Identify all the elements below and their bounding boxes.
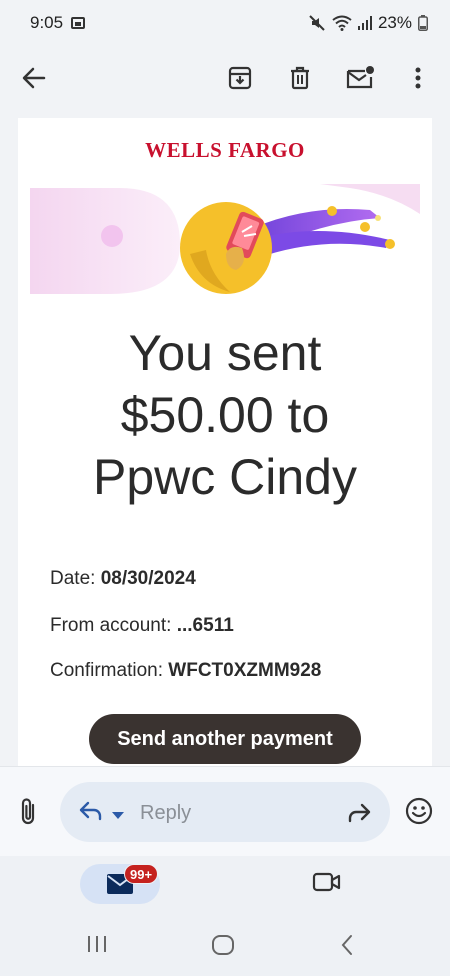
detail-label: Date: — [50, 568, 96, 589]
back-system-button[interactable] — [340, 934, 354, 961]
payment-headline: You sent $50.00 to Ppwc Cindy — [18, 322, 432, 508]
detail-from-account: From account: ...6511 — [50, 615, 234, 637]
headline-line: $50.00 to — [120, 387, 330, 443]
reply-bar: Reply — [0, 766, 450, 856]
system-navigation-bar — [0, 918, 450, 976]
mark-unread-icon — [346, 66, 374, 89]
message-toolbar — [0, 46, 450, 110]
mute-icon — [308, 14, 326, 32]
headline-line: Ppwc Cindy — [93, 449, 357, 505]
detail-label: Confirmation: — [50, 660, 163, 681]
archive-button[interactable] — [222, 60, 258, 96]
smiley-icon — [405, 797, 433, 825]
battery-percent: 23% — [377, 13, 412, 32]
back-chevron-icon — [341, 935, 352, 955]
delete-icon — [291, 66, 309, 90]
more-vert-icon — [415, 67, 421, 89]
home-icon — [212, 935, 234, 955]
archive-icon — [228, 66, 252, 90]
detail-label: From account: — [50, 615, 172, 636]
recent-apps-button[interactable] — [86, 934, 108, 959]
detail-date: Date: 08/30/2024 — [50, 568, 196, 590]
more-options-button[interactable] — [400, 60, 436, 96]
wells-fargo-logo: WELLS FARGO — [145, 138, 305, 162]
detail-value: WFCT0XZMM928 — [168, 660, 322, 681]
home-button[interactable] — [211, 934, 235, 961]
status-time: 9:05 — [30, 13, 64, 32]
battery-icon — [418, 15, 428, 31]
paperclip-icon — [21, 798, 35, 825]
send-another-payment-button[interactable]: Send another payment — [89, 714, 361, 764]
recent-apps-icon — [88, 936, 106, 952]
detail-confirmation: Confirmation: WFCT0XZMM928 — [50, 660, 321, 682]
email-body: WELLS FARGO You sent $50.00 to Ppwc Cind… — [18, 118, 432, 766]
gallery-notification-icon — [71, 17, 86, 29]
status-bar: 9:05 23% — [0, 0, 450, 46]
back-button[interactable] — [16, 60, 52, 96]
reply-placeholder: Reply — [140, 802, 192, 824]
signal-icon — [357, 16, 372, 30]
reply-arrow-icon — [79, 801, 102, 821]
mark-unread-button[interactable] — [342, 60, 378, 96]
forward-arrow-icon — [348, 803, 371, 823]
payment-sent-illustration — [30, 184, 420, 294]
tab-meet[interactable] — [312, 870, 348, 900]
delete-button[interactable] — [282, 60, 318, 96]
reply-options-button[interactable] — [78, 800, 104, 827]
forward-button[interactable] — [346, 802, 372, 829]
attachment-button[interactable] — [16, 797, 42, 832]
video-camera-icon — [312, 872, 341, 892]
detail-value: ...6511 — [176, 615, 234, 636]
back-arrow-icon — [22, 67, 46, 89]
reply-dropdown-caret[interactable] — [112, 807, 124, 825]
unread-count-badge: 99+ — [124, 864, 159, 884]
emoji-button[interactable] — [405, 797, 433, 830]
detail-value: 08/30/2024 — [100, 568, 196, 589]
bottom-navigation: 99+ — [0, 856, 450, 918]
caret-down-icon — [112, 812, 124, 819]
wifi-icon — [332, 15, 352, 31]
reply-input[interactable]: Reply — [60, 782, 390, 842]
headline-line: You sent — [128, 325, 322, 381]
